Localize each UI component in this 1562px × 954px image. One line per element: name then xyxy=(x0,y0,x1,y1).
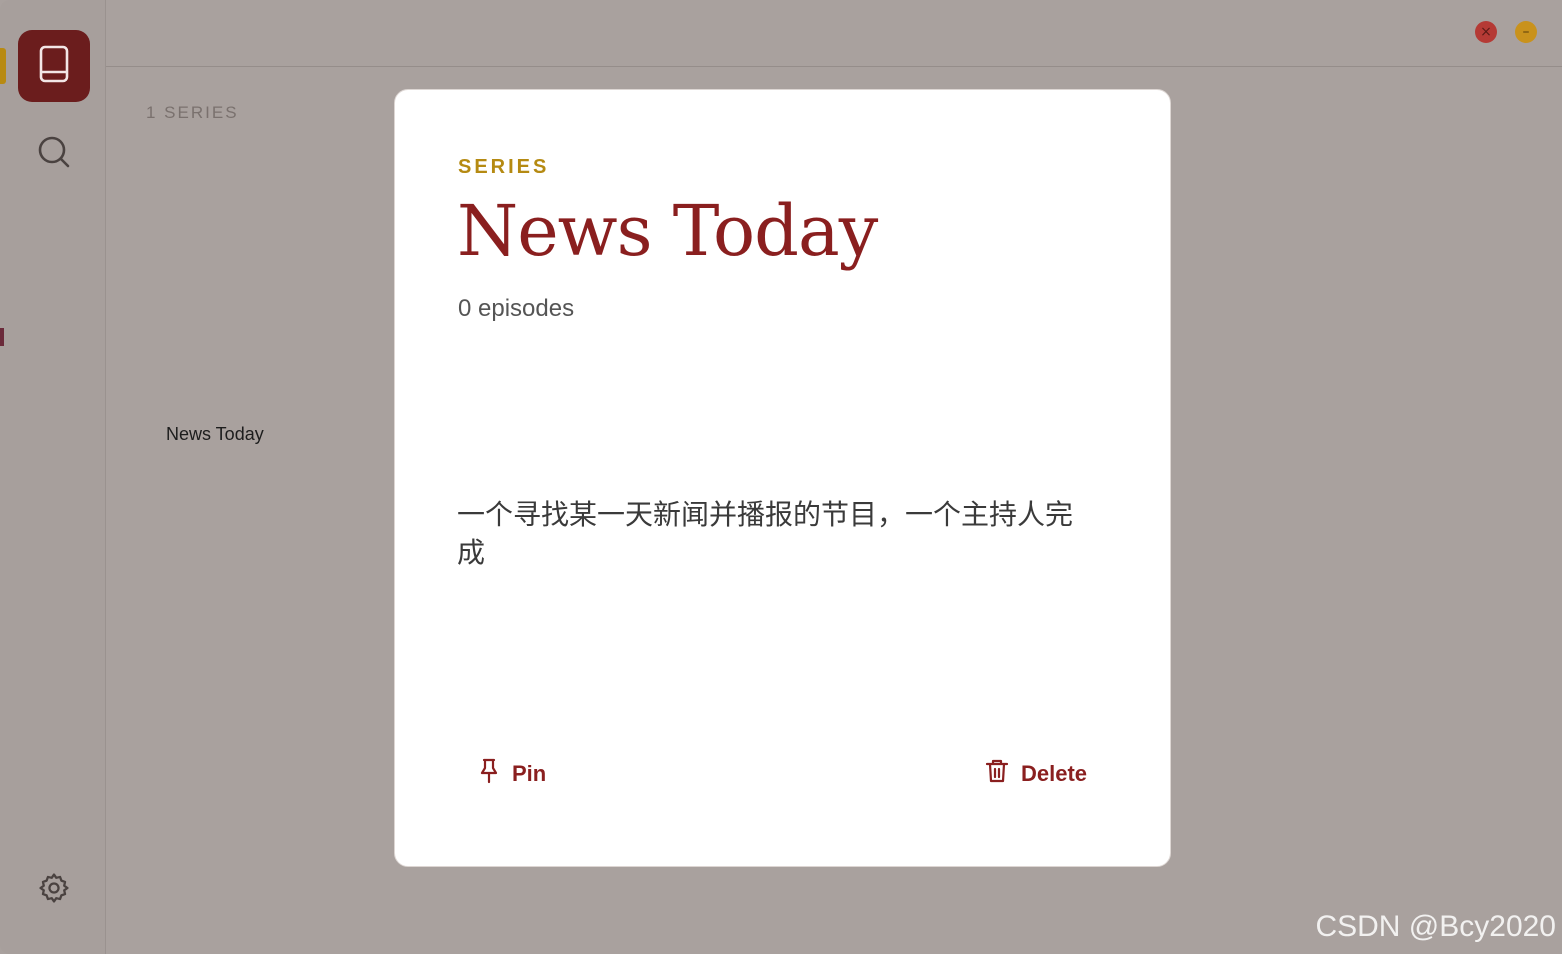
delete-button[interactable]: Delete xyxy=(985,758,1087,790)
nav-rail xyxy=(0,0,106,954)
pin-button[interactable]: Pin xyxy=(478,758,546,790)
title-bar xyxy=(106,0,1562,67)
series-count-label: 1 SERIES xyxy=(146,103,239,122)
series-detail-dialog: SERIES News Today 0 episodes 一个寻找某一天新闻并播… xyxy=(394,89,1171,867)
series-title: News Today xyxy=(457,190,878,272)
series-item-news-today[interactable]: News Today xyxy=(166,424,264,445)
pin-icon xyxy=(478,758,512,790)
minimize-window-button[interactable]: – xyxy=(1515,21,1537,43)
minimize-icon: – xyxy=(1522,24,1530,40)
active-indicator xyxy=(0,48,6,84)
settings-nav-button[interactable] xyxy=(18,854,90,926)
episode-count: 0 episodes xyxy=(458,295,575,322)
delete-label: Delete xyxy=(1021,761,1088,786)
trash-icon xyxy=(985,758,1021,790)
search-nav-button[interactable] xyxy=(18,118,90,190)
watermark-text: CSDN @Bcy2020 xyxy=(1315,910,1556,943)
book-icon xyxy=(38,45,70,88)
dialog-eyebrow: SERIES xyxy=(458,156,550,178)
search-icon xyxy=(37,135,71,174)
pin-label: Pin xyxy=(512,761,547,786)
app-window: × – 1 SERIES News Today SERIES News Toda… xyxy=(0,0,1562,954)
series-description: 一个寻找某一天新闻并播报的节目，一个主持人完成 xyxy=(457,499,1074,568)
rail-marker xyxy=(0,328,4,346)
library-nav-button[interactable] xyxy=(18,30,90,102)
close-window-button[interactable]: × xyxy=(1475,21,1497,43)
gear-icon xyxy=(37,871,71,910)
close-icon: × xyxy=(1480,24,1492,40)
